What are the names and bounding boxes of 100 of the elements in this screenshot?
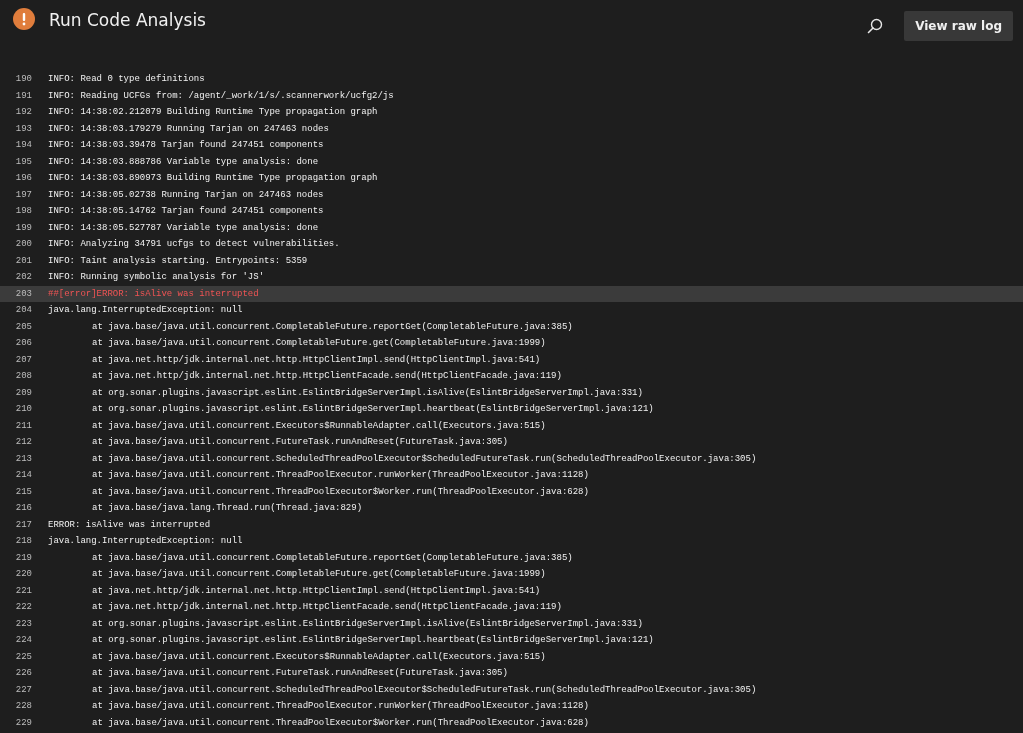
log-text: INFO: Reading UCFGs from: /agent/_work/1/s/.scannerwork/ucfg2/js — [48, 90, 394, 101]
log-text: ERROR: isAlive was interrupted — [48, 519, 211, 530]
line-number: 224 — [14, 635, 32, 646]
line-number: 210 — [14, 404, 32, 415]
log-line[interactable]: 209 at org.sonar.plugins.javascript.eslint.EslintBridgeServerImpl.isAlive(EslintBridgeServerImpl.java:331) — [0, 384, 1023, 401]
view-raw-log-button[interactable]: View raw log — [904, 11, 1013, 41]
log-text: at java.net.http/jdk.internal.net.http.HttpClientImpl.send(HttpClientImpl.java:541) — [92, 585, 541, 596]
log-text: INFO: Read 0 type definitions — [48, 74, 205, 85]
log-text: at java.base/java.util.concurrent.ScheduledThreadPoolExecutor$ScheduledFutureTask.run(ScheduledThreadPoolExecutor.java:305) — [92, 684, 757, 695]
log-line[interactable]: 191 INFO: Reading UCFGs from: /agent/_work/1/s/.scannerwork/ucfg2/js — [0, 87, 1023, 104]
line-number: 215 — [14, 486, 32, 497]
log-line[interactable]: 210 at org.sonar.plugins.javascript.eslint.EslintBridgeServerImpl.heartbeat(EslintBridgeServerImpl.java:121) — [0, 401, 1023, 418]
log-line[interactable]: 194 INFO: 14:38:03.39478 Tarjan found 247451 components — [0, 137, 1023, 154]
log-text: at java.base/java.util.concurrent.CompletableFuture.get(CompletableFuture.java:1999) — [92, 338, 546, 349]
log-line[interactable]: 192 INFO: 14:38:02.212079 Building Runtime Type propagation graph — [0, 104, 1023, 121]
line-number: 197 — [14, 189, 32, 200]
line-number: 211 — [14, 420, 32, 431]
log-text: INFO: Taint analysis starting. Entrypoints: 5359 — [48, 255, 308, 266]
log-line[interactable]: 212 at java.base/java.util.concurrent.FutureTask.runAndReset(FutureTask.java:305) — [0, 434, 1023, 451]
line-number: 200 — [14, 239, 32, 250]
log-line[interactable]: 205 at java.base/java.util.concurrent.CompletableFuture.reportGet(CompletableFuture.java:385) — [0, 318, 1023, 335]
log-line[interactable]: 196 INFO: 14:38:03.890973 Building Runtime Type propagation graph — [0, 170, 1023, 187]
line-number: 201 — [14, 255, 32, 266]
log-line[interactable]: 199 INFO: 14:38:05.527787 Variable type analysis: done — [0, 219, 1023, 236]
line-number: 203 — [14, 288, 32, 299]
line-number: 193 — [14, 123, 32, 134]
line-number: 198 — [14, 206, 32, 217]
log-line[interactable]: 226 at java.base/java.util.concurrent.FutureTask.runAndReset(FutureTask.java:305) — [0, 665, 1023, 682]
log-text: at java.base/java.util.concurrent.ThreadPoolExecutor.runWorker(ThreadPoolExecutor.java:1128) — [92, 470, 589, 481]
log-line[interactable]: 221 at java.net.http/jdk.internal.net.http.HttpClientImpl.send(HttpClientImpl.java:541) — [0, 582, 1023, 599]
log-line[interactable]: 200 INFO: Analyzing 34791 ucfgs to detect vulnerabilities. — [0, 236, 1023, 253]
line-number: 204 — [14, 305, 32, 316]
log-line[interactable]: 227 at java.base/java.util.concurrent.ScheduledThreadPoolExecutor$ScheduledFutureTask.run(ScheduledThreadPoolExecutor.java:305) — [0, 681, 1023, 698]
log-text: INFO: Analyzing 34791 ucfgs to detect vulnerabilities. — [48, 239, 340, 250]
log-line[interactable]: 195 INFO: 14:38:03.888786 Variable type analysis: done — [0, 153, 1023, 170]
log-text: INFO: 14:38:05.02738 Running Tarjan on 247463 nodes — [48, 189, 324, 200]
line-number: 192 — [14, 107, 32, 118]
line-number: 213 — [14, 453, 32, 464]
line-number: 194 — [14, 140, 32, 151]
log-line[interactable]: 211 at java.base/java.util.concurrent.Executors$RunnableAdapter.call(Executors.java:515) — [0, 417, 1023, 434]
line-number: 190 — [14, 74, 32, 85]
log-line[interactable]: 214 at java.base/java.util.concurrent.ThreadPoolExecutor.runWorker(ThreadPoolExecutor.java:1128) — [0, 467, 1023, 484]
line-number: 226 — [14, 668, 32, 679]
log-line[interactable]: 220 at java.base/java.util.concurrent.CompletableFuture.get(CompletableFuture.java:1999) — [0, 566, 1023, 583]
line-number: 229 — [14, 717, 32, 728]
page-title: Run Code Analysis — [49, 10, 206, 30]
line-number: 218 — [14, 536, 32, 547]
log-line[interactable]: 229 at java.base/java.util.concurrent.ThreadPoolExecutor$Worker.run(ThreadPoolExecutor.java:628) — [0, 714, 1023, 731]
log-line[interactable]: 222 at java.net.http/jdk.internal.net.http.HttpClientFacade.send(HttpClientFacade.java:119) — [0, 599, 1023, 616]
log-line[interactable]: 198 INFO: 14:38:05.14762 Tarjan found 247451 components — [0, 203, 1023, 220]
log-text: at java.base/java.util.concurrent.CompletableFuture.get(CompletableFuture.java:1999) — [92, 569, 546, 580]
log-line[interactable]: 207 at java.net.http/jdk.internal.net.http.HttpClientImpl.send(HttpClientImpl.java:541) — [0, 351, 1023, 368]
log-text: at java.base/java.util.concurrent.Executors$RunnableAdapter.call(Executors.java:515) — [92, 651, 546, 662]
log-line[interactable]: 215 at java.base/java.util.concurrent.ThreadPoolExecutor$Worker.run(ThreadPoolExecutor.java:628) — [0, 483, 1023, 500]
log-text: at java.base/java.util.concurrent.FutureTask.runAndReset(FutureTask.java:305) — [92, 668, 508, 679]
log-text: INFO: 14:38:05.14762 Tarjan found 247451 components — [48, 206, 324, 217]
log-text: INFO: 14:38:03.39478 Tarjan found 247451 components — [48, 140, 324, 151]
log-text: at java.net.http/jdk.internal.net.http.HttpClientFacade.send(HttpClientFacade.java:119) — [92, 371, 562, 382]
log-text: INFO: 14:38:03.179279 Running Tarjan on 247463 nodes — [48, 123, 329, 134]
log-text: at java.base/java.util.concurrent.ThreadPoolExecutor$Worker.run(ThreadPoolExecutor.java:628) — [92, 486, 589, 497]
log-text: at java.base/java.util.concurrent.ThreadPoolExecutor$Worker.run(ThreadPoolExecutor.java:628) — [92, 717, 589, 728]
line-number: 209 — [14, 387, 32, 398]
log-line[interactable]: 225 at java.base/java.util.concurrent.Executors$RunnableAdapter.call(Executors.java:515) — [0, 648, 1023, 665]
log-line[interactable]: 190 INFO: Read 0 type definitions — [0, 71, 1023, 88]
log-text: at java.base/java.lang.Thread.run(Thread.java:829) — [92, 503, 363, 514]
line-number: 205 — [14, 321, 32, 332]
line-number: 227 — [14, 684, 32, 695]
line-number: 217 — [14, 519, 32, 530]
line-number: 219 — [14, 552, 32, 563]
line-number: 212 — [14, 437, 32, 448]
log-line[interactable]: 202 INFO: Running symbolic analysis for 'JS' — [0, 269, 1023, 286]
line-number: 191 — [14, 90, 32, 101]
log-text: at java.base/java.util.concurrent.ThreadPoolExecutor.runWorker(ThreadPoolExecutor.java:1128) — [92, 701, 589, 712]
log-line[interactable]: 213 at java.base/java.util.concurrent.ScheduledThreadPoolExecutor$ScheduledFutureTask.run(ScheduledThreadPoolExecutor.java:305) — [0, 450, 1023, 467]
line-number: 225 — [14, 651, 32, 662]
log-line[interactable]: 217 ERROR: isAlive was interrupted — [0, 516, 1023, 533]
log-text: at org.sonar.plugins.javascript.eslint.EslintBridgeServerImpl.isAlive(EslintBridgeServerImpl.java:331) — [92, 618, 643, 629]
log-text: java.lang.InterruptedException: null — [48, 305, 243, 316]
line-number: 216 — [14, 503, 32, 514]
search-icon[interactable] — [867, 18, 884, 34]
log-line[interactable]: 193 INFO: 14:38:03.179279 Running Tarjan on 247463 nodes — [0, 120, 1023, 137]
log-text: INFO: 14:38:05.527787 Variable type analysis: done — [48, 222, 319, 233]
log-line[interactable]: 228 at java.base/java.util.concurrent.ThreadPoolExecutor.runWorker(ThreadPoolExecutor.java:1128) — [0, 698, 1023, 715]
log-line[interactable]: 218 java.lang.InterruptedException: null — [0, 533, 1023, 550]
log-text: at java.base/java.util.concurrent.FutureTask.runAndReset(FutureTask.java:305) — [92, 437, 508, 448]
log-line[interactable]: 219 at java.base/java.util.concurrent.CompletableFuture.reportGet(CompletableFuture.java:385) — [0, 549, 1023, 566]
line-number: 208 — [14, 371, 32, 382]
log-line[interactable]: 223 at org.sonar.plugins.javascript.eslint.EslintBridgeServerImpl.isAlive(EslintBridgeServerImpl.java:331) — [0, 615, 1023, 632]
log-line[interactable]: 206 at java.base/java.util.concurrent.CompletableFuture.get(CompletableFuture.java:1999) — [0, 335, 1023, 352]
log-line[interactable]: 204 java.lang.InterruptedException: null — [0, 302, 1023, 319]
log-line[interactable]: 216 at java.base/java.lang.Thread.run(Thread.java:829) — [0, 500, 1023, 517]
log-line[interactable]: 208 at java.net.http/jdk.internal.net.http.HttpClientFacade.send(HttpClientFacade.java:119) — [0, 368, 1023, 385]
line-number: 220 — [14, 569, 32, 580]
line-number: 196 — [14, 173, 32, 184]
log-line[interactable]: 224 at org.sonar.plugins.javascript.eslint.EslintBridgeServerImpl.heartbeat(EslintBridgeServerImpl.java:121) — [0, 632, 1023, 649]
log-line[interactable]: 201 INFO: Taint analysis starting. Entrypoints: 5359 — [0, 252, 1023, 269]
log-text: at java.base/java.util.concurrent.CompletableFuture.reportGet(CompletableFuture.java:385) — [92, 321, 573, 332]
log-line[interactable]: 197 INFO: 14:38:05.02738 Running Tarjan on 247463 nodes — [0, 186, 1023, 203]
log-text: INFO: 14:38:02.212079 Building Runtime Type propagation graph — [48, 107, 378, 118]
log-text: INFO: 14:38:03.888786 Variable type analysis: done — [48, 156, 319, 167]
